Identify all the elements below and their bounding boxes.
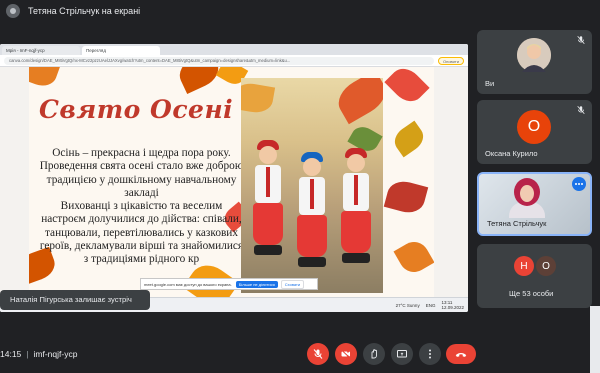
person-photo-icon — [517, 38, 551, 72]
presenter-avatar — [6, 4, 20, 18]
shared-screen: Мрія - ImF-nqjf-ycp Перегляд canva.com/d… — [0, 44, 468, 312]
bottom-bar: 14:15 | imf-nqjf-ycp — [0, 335, 600, 373]
presenter-title: Тетяна Стрільчук на екрані — [28, 6, 141, 16]
participant-tile-others[interactable]: Н О Ще 53 особи — [477, 244, 592, 308]
slide-title: Свято Осені — [39, 95, 234, 124]
child-figure — [253, 140, 283, 255]
participant-avatar: Н — [514, 256, 534, 276]
avatar-initial: О — [527, 118, 541, 135]
more-options-icon[interactable] — [572, 177, 586, 191]
photo-leaf-decoration — [241, 80, 276, 116]
camera-toggle-button[interactable] — [335, 343, 357, 365]
avatar-initial: Н — [520, 260, 528, 272]
top-bar: Тетяна Стрільчук на екрані — [0, 0, 600, 22]
person-in-camera — [509, 178, 545, 218]
separator: | — [26, 349, 29, 359]
browser-tab-preview[interactable]: Перегляд — [82, 46, 160, 55]
mic-toggle-button[interactable] — [307, 343, 329, 365]
taskbar-tray: 27°C Sunny ENG 13:11 12.09.2022 — [396, 300, 464, 310]
hand-icon — [371, 349, 377, 359]
mic-off-icon — [577, 35, 585, 45]
raise-hand-button[interactable] — [363, 343, 385, 365]
hide-banner-button[interactable]: Сховати — [280, 279, 305, 289]
more-options-button[interactable] — [419, 343, 441, 365]
participant-avatar: О — [517, 110, 551, 144]
participant-avatar: О — [536, 256, 556, 276]
participant-tile-presenter[interactable]: Тетяна Стрільчук — [477, 172, 592, 236]
leaf-decoration — [174, 67, 224, 95]
meeting-code: imf-nqjf-ycp — [33, 349, 78, 359]
leaf-decoration — [393, 236, 434, 278]
stop-sharing-button[interactable]: Більше не ділитися — [235, 280, 278, 288]
leave-notification: Наталія Пігурська залишає зустріч — [0, 290, 150, 310]
mic-off-icon — [577, 105, 585, 115]
more-vert-icon — [429, 349, 431, 359]
screen-share-banner: meet.google.com має доступ до вашого екр… — [140, 278, 318, 290]
self-avatar — [517, 38, 551, 72]
participant-name: Тетяна Стрільчук — [487, 219, 547, 228]
photo-leaf-decoration — [331, 78, 383, 125]
leaf-decoration — [384, 67, 430, 108]
hang-up-icon — [455, 352, 467, 357]
camera-off-icon — [341, 349, 351, 359]
present-screen-button[interactable] — [391, 343, 413, 365]
child-figure — [297, 152, 327, 267]
slide: Свято Осені Осінь – прекрасна і щедра по… — [29, 67, 434, 297]
url-field[interactable]: canva.com/design/DAE_M8tiVgtQ/nx-MCvz2pz… — [4, 56, 435, 65]
participant-name: Оксана Курило — [485, 149, 538, 158]
leaf-decoration — [383, 177, 429, 217]
children-photo — [241, 78, 383, 293]
leave-call-button[interactable] — [446, 344, 476, 364]
slide-viewport: Свято Осені Осінь – прекрасна і щедра по… — [0, 67, 468, 297]
child-figure — [341, 148, 371, 263]
weather-label: 27°C Sunny — [395, 302, 420, 308]
browser-tab-strip: Мрія - ImF-nqjf-ycp Перегляд — [0, 44, 468, 55]
participant-name: Ви — [485, 79, 495, 88]
slide-body-text: Осінь – прекрасна і щедра пора року. Про… — [39, 147, 244, 266]
present-icon — [397, 350, 407, 358]
participant-tile[interactable]: О Оксана Курило — [477, 100, 592, 164]
clock-date: 12.09.2022 — [441, 305, 464, 310]
meeting-time: 14:15 — [0, 349, 22, 359]
meeting-info: 14:15 | imf-nqjf-ycp — [0, 349, 77, 359]
leaf-decoration — [389, 120, 429, 158]
more-participants-label: Ще 53 особи — [509, 289, 554, 298]
clock: 13:11 12.09.2022 — [441, 300, 464, 310]
update-button[interactable]: Оновити — [438, 56, 464, 65]
participant-tile-self[interactable]: Ви — [477, 30, 592, 94]
share-banner-text: meet.google.com має доступ до вашого екр… — [144, 281, 232, 287]
leaf-decoration — [29, 67, 61, 91]
mic-off-icon — [313, 349, 323, 359]
browser-tab-meet[interactable]: Мрія - ImF-nqjf-ycp — [2, 46, 80, 55]
avatar-initial: О — [542, 260, 550, 272]
language-label[interactable]: ENG — [426, 303, 436, 308]
browser-address-bar: canva.com/design/DAE_M8tiVgtQ/nx-MCvz2pz… — [0, 55, 468, 67]
